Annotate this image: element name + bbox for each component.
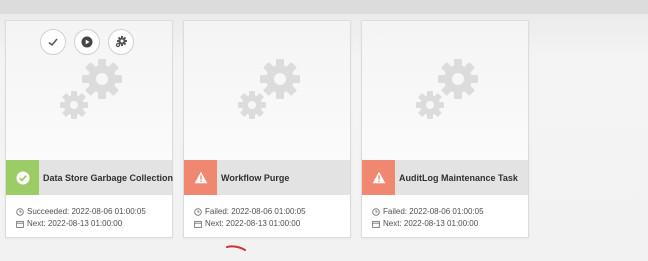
gears-icon	[416, 59, 478, 119]
warning-icon	[194, 171, 207, 184]
history-icon	[16, 207, 24, 216]
last-run-info: Succeeded: 2022-08-06 01:00:05	[16, 207, 146, 216]
task-title-bar[interactable]: Data Store Garbage Collection	[6, 160, 174, 195]
configure-button[interactable]	[108, 29, 134, 55]
task-thumbnail[interactable]	[6, 21, 172, 160]
gear-icon	[115, 36, 127, 48]
top-toolbar-shade	[0, 0, 648, 14]
gears-icon	[60, 59, 122, 119]
status-failed-badge	[184, 160, 217, 195]
gears-icon	[238, 59, 300, 119]
next-run-text: Next: 2022-08-13 01:00:00	[27, 219, 123, 228]
last-run-text: Failed: 2022-08-06 01:00:05	[205, 207, 306, 216]
task-thumbnail[interactable]	[184, 21, 350, 160]
task-card-data-store-gc[interactable]: Data Store Garbage Collection Succeeded:…	[5, 20, 173, 238]
warning-icon	[372, 171, 385, 184]
calendar-icon	[16, 220, 24, 228]
status-success-badge	[6, 160, 39, 195]
history-icon	[372, 207, 380, 216]
last-run-text: Failed: 2022-08-06 01:00:05	[383, 207, 484, 216]
status-failed-badge	[362, 160, 395, 195]
last-run-info: Failed: 2022-08-06 01:00:05	[372, 207, 484, 216]
task-title: AuditLog Maintenance Task	[399, 172, 518, 183]
select-button[interactable]	[40, 29, 66, 55]
task-card-auditlog-maintenance[interactable]: AuditLog Maintenance Task Failed: 2022-0…	[361, 20, 529, 238]
task-card-workflow-purge[interactable]: Workflow Purge Failed: 2022-08-06 01:00:…	[183, 20, 351, 238]
task-title-bar[interactable]: AuditLog Maintenance Task	[362, 160, 528, 195]
task-title: Workflow Purge	[221, 172, 290, 183]
play-icon	[81, 36, 93, 48]
next-run-info: Next: 2022-08-13 01:00:00	[194, 219, 300, 228]
next-run-info: Next: 2022-08-13 01:00:00	[16, 219, 122, 228]
red-annotation-mark	[226, 245, 246, 251]
calendar-icon	[194, 220, 202, 228]
calendar-icon	[372, 220, 380, 228]
task-title: Data Store Garbage Collection	[43, 172, 174, 183]
check-circle-icon	[16, 171, 29, 184]
task-title-bar[interactable]: Workflow Purge	[184, 160, 350, 195]
next-run-info: Next: 2022-08-13 01:00:00	[372, 219, 478, 228]
checkmark-icon	[48, 38, 58, 47]
next-run-text: Next: 2022-08-13 01:00:00	[383, 219, 479, 228]
history-icon	[194, 207, 202, 216]
last-run-text: Succeeded: 2022-08-06 01:00:05	[27, 207, 146, 216]
last-run-info: Failed: 2022-08-06 01:00:05	[194, 207, 306, 216]
run-button[interactable]	[74, 29, 100, 55]
next-run-text: Next: 2022-08-13 01:00:00	[205, 219, 301, 228]
task-thumbnail[interactable]	[362, 21, 528, 160]
